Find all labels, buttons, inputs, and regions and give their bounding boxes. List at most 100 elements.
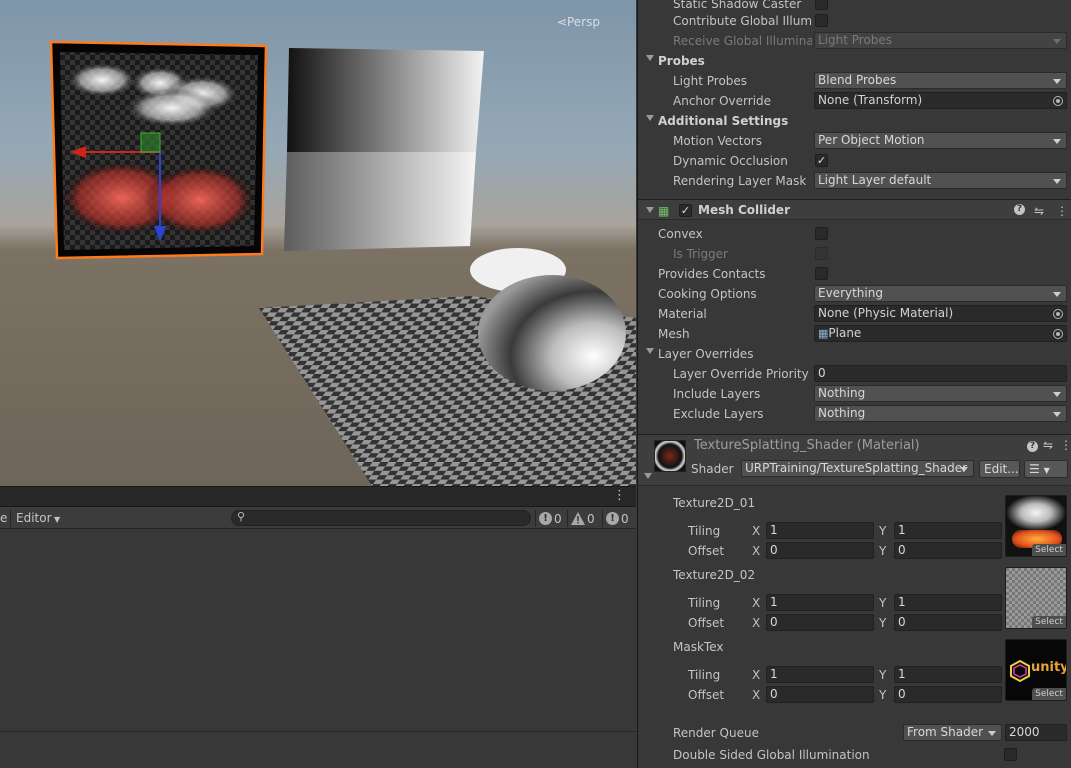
texture2d-01-thumbnail[interactable]: Select [1005, 495, 1067, 557]
anchor-override-value: None (Transform) [818, 93, 923, 107]
render-queue-mode-value: From Shader [907, 725, 984, 739]
console-search-input[interactable]: ⚲ [231, 510, 531, 526]
physic-material-field[interactable]: None (Physic Material) [814, 305, 1067, 322]
tiling-label: Tiling [688, 668, 721, 682]
mesh-collider-header[interactable]: ▦ ✓ Mesh Collider ? ⇋ ⋮ [638, 199, 1071, 220]
x-label: X [752, 616, 761, 630]
object-picker-icon[interactable] [1053, 96, 1063, 106]
error-count-toggle[interactable]: ! 0 [606, 510, 629, 527]
texture2d-02-offset-x[interactable]: 0 [766, 614, 874, 631]
static-shadow-caster-checkbox[interactable] [815, 0, 828, 10]
motion-vectors-dropdown[interactable]: Per Object Motion [814, 132, 1067, 149]
texture2d-02-offset-y[interactable]: 0 [894, 614, 1002, 631]
select-button[interactable]: Select [1032, 544, 1066, 556]
edit-shader-button[interactable]: Edit... [979, 460, 1020, 478]
convex-label: Convex [658, 227, 703, 241]
mesh-row: Mesh ▦Plane [638, 324, 1071, 344]
log-count-toggle[interactable]: ! 0 [539, 510, 562, 527]
cube-object[interactable] [284, 48, 484, 251]
texture2d-01-offset-y[interactable]: 0 [894, 542, 1002, 559]
additional-settings-header: Additional Settings [658, 114, 789, 128]
persp-camera-label[interactable]: ⋖Persp [557, 15, 600, 29]
texture2d-01-tiling-x[interactable]: 1 [766, 522, 874, 539]
include-layers-row: Include Layers Nothing [638, 384, 1071, 404]
light-probes-dropdown[interactable]: Blend Probes [814, 72, 1067, 89]
clear-dropdown[interactable]: e [0, 511, 7, 525]
shader-list-button[interactable]: ☰ ▼ [1024, 460, 1068, 478]
texture2d-02-tiling-x[interactable]: 1 [766, 594, 874, 611]
convex-checkbox[interactable] [815, 227, 828, 240]
light-probes-value: Blend Probes [818, 73, 897, 87]
masktex-thumbnail[interactable]: unity Select [1005, 639, 1067, 701]
texture2d-02-label: Texture2D_02 [673, 568, 756, 582]
texture2d-02-thumbnail[interactable]: Select [1005, 567, 1067, 629]
help-icon[interactable]: ? [1027, 441, 1038, 452]
chevron-down-icon [1053, 139, 1061, 144]
foldout-arrow-icon[interactable] [646, 207, 654, 213]
render-queue-mode-dropdown[interactable]: From Shader [903, 724, 1002, 741]
light-probes-row: Light Probes Blend Probes [638, 71, 1071, 91]
shader-dropdown[interactable]: URPTraining/TextureSplatting_Shader [741, 460, 974, 477]
receive-gi-dropdown[interactable]: Light Probes [814, 32, 1067, 49]
y-label: Y [879, 544, 887, 558]
cooking-options-dropdown[interactable]: Everything [814, 285, 1067, 302]
physic-material-value: None (Physic Material) [818, 306, 954, 320]
rendering-layer-mask-dropdown[interactable]: Light Layer default [814, 172, 1067, 189]
provides-contacts-row: Provides Contacts [638, 264, 1071, 284]
warning-count-toggle[interactable]: 0 [571, 510, 595, 527]
foldout-arrow-icon [646, 55, 654, 61]
exclude-layers-label: Exclude Layers [673, 407, 764, 421]
layer-override-priority-input[interactable]: 0 [814, 365, 1067, 382]
additional-settings-foldout[interactable]: Additional Settings [638, 111, 1071, 131]
foldout-arrow-icon[interactable] [644, 473, 652, 479]
mesh-label: Mesh [658, 327, 690, 341]
exclude-layers-dropdown[interactable]: Nothing [814, 405, 1067, 422]
material-preview-icon[interactable] [654, 440, 686, 472]
mesh-field[interactable]: ▦Plane [814, 325, 1067, 342]
shader-label: Shader [691, 462, 734, 476]
object-picker-icon[interactable] [1053, 309, 1063, 319]
contribute-gi-checkbox[interactable] [815, 14, 828, 27]
x-label: X [752, 524, 761, 538]
contribute-gi-row: Contribute Global Illumination [638, 11, 1071, 31]
masktex-offset-y[interactable]: 0 [894, 686, 1002, 703]
cooking-options-value: Everything [818, 286, 883, 300]
scene-viewport[interactable] [0, 0, 636, 486]
mesh-collider-enabled-checkbox[interactable]: ✓ [679, 204, 692, 217]
layer-overrides-foldout[interactable]: Layer Overrides [638, 344, 1071, 364]
render-queue-input[interactable]: 2000 [1005, 724, 1067, 741]
y-label: Y [879, 524, 887, 538]
presets-icon[interactable]: ⇋ [1043, 438, 1053, 452]
texture2d-01-tiling-y[interactable]: 1 [894, 522, 1002, 539]
console-menu-icon[interactable]: ⋮ [613, 488, 626, 503]
include-layers-dropdown[interactable]: Nothing [814, 385, 1067, 402]
scene-view[interactable]: ⋖Persp [0, 0, 636, 486]
component-menu-icon[interactable]: ⋮ [1056, 204, 1068, 218]
component-menu-icon[interactable]: ⋮ [1060, 438, 1071, 452]
provides-contacts-checkbox[interactable] [815, 267, 828, 280]
motion-vectors-row: Motion Vectors Per Object Motion [638, 131, 1071, 151]
object-picker-icon[interactable] [1053, 329, 1063, 339]
select-button[interactable]: Select [1032, 616, 1066, 628]
probes-foldout[interactable]: Probes [638, 51, 1071, 71]
anchor-override-field[interactable]: None (Transform) [814, 92, 1067, 109]
presets-icon[interactable]: ⇋ [1034, 204, 1044, 218]
masktex-tiling-x[interactable]: 1 [766, 666, 874, 683]
y-plane-handle [140, 132, 161, 153]
help-icon[interactable]: ? [1014, 204, 1025, 215]
masktex-tiling-y[interactable]: 1 [894, 666, 1002, 683]
texture2d-02-tiling-y[interactable]: 1 [894, 594, 1002, 611]
double-sided-gi-label: Double Sided Global Illumination [673, 748, 870, 762]
select-button[interactable]: Select [1032, 688, 1066, 700]
is-trigger-checkbox[interactable] [815, 247, 828, 260]
double-sided-gi-checkbox[interactable] [1004, 748, 1017, 761]
double-sided-gi-row: Double Sided Global Illumination [638, 745, 1071, 765]
provides-contacts-label: Provides Contacts [658, 267, 766, 281]
is-trigger-label: Is Trigger [673, 247, 728, 261]
dynamic-occlusion-checkbox[interactable]: ✓ [815, 154, 828, 167]
editor-dropdown[interactable]: Editor ▼ [16, 511, 60, 525]
masktex-offset-x[interactable]: 0 [766, 686, 874, 703]
toolbar-divider [567, 510, 568, 527]
render-queue-label: Render Queue [673, 726, 759, 740]
texture2d-01-offset-x[interactable]: 0 [766, 542, 874, 559]
